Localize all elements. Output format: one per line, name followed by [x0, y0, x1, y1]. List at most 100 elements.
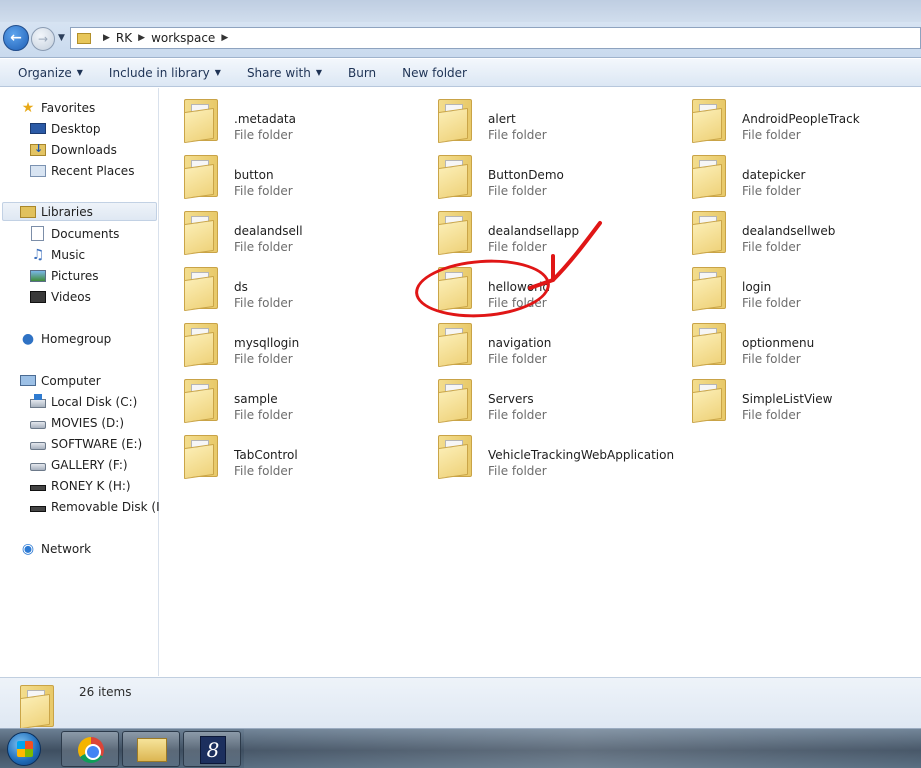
downloads-icon	[30, 142, 46, 156]
chevron-right-icon[interactable]: ▶	[138, 33, 145, 43]
organize-button[interactable]: Organize ▼	[18, 66, 83, 80]
folder-item[interactable]: dealandsellweb File folder	[690, 208, 921, 260]
nav-desktop[interactable]: Desktop	[30, 119, 101, 138]
folder-icon	[182, 208, 220, 256]
new-folder-label: New folder	[402, 65, 467, 80]
nav-label: Downloads	[51, 142, 117, 157]
folder-item[interactable]: ButtonDemo File folder	[436, 152, 676, 204]
folder-type: File folder	[488, 464, 547, 478]
folder-name: VehicleTrackingWebApplication	[488, 448, 675, 462]
folder-type: File folder	[488, 128, 547, 142]
nav-software-e[interactable]: SOFTWARE (E:)	[30, 434, 142, 453]
nav-roney-h[interactable]: RONEY K (H:)	[30, 476, 131, 495]
nav-network[interactable]: ◉ Network	[20, 539, 91, 558]
address-bar[interactable]: ▶ RK ▶ workspace ▶	[70, 27, 921, 49]
folder-name: sample	[234, 392, 278, 406]
nav-recent-places[interactable]: Recent Places	[30, 161, 134, 180]
taskbar-chrome-button[interactable]	[61, 731, 119, 767]
folder-item[interactable]: VehicleTrackingWebApplication File folder	[436, 432, 676, 484]
chevron-right-icon[interactable]: ▶	[103, 33, 110, 43]
folder-name: alert	[488, 112, 516, 126]
folder-type: File folder	[234, 464, 293, 478]
folder-item[interactable]: dealandsellapp File folder	[436, 208, 676, 260]
taskbar-app-8-button[interactable]: 8	[183, 731, 241, 767]
taskbar-explorer-button[interactable]	[122, 731, 180, 767]
include-in-library-button[interactable]: Include in library ▼	[109, 66, 221, 80]
file-list: .metadata File folder alert File folder Andr…	[160, 88, 921, 676]
nav-label: Pictures	[51, 268, 99, 283]
folder-icon	[690, 208, 728, 256]
folder-item[interactable]: optionmenu File folder	[690, 320, 921, 372]
folder-item[interactable]: datepicker File folder	[690, 152, 921, 204]
usb-drive-icon	[30, 484, 46, 491]
folder-icon	[690, 152, 728, 200]
breadcrumb-rk[interactable]: RK	[116, 31, 132, 45]
nav-label: Favorites	[41, 100, 96, 115]
nav-computer[interactable]: Computer	[20, 371, 101, 390]
folder-item[interactable]: AndroidPeopleTrack File folder	[690, 96, 921, 148]
folder-name: dealandsellweb	[742, 224, 836, 238]
folder-type: File folder	[742, 296, 801, 310]
folder-item[interactable]: Servers File folder	[436, 376, 676, 428]
navigation-pane: ★ Favorites Desktop Downloads Recent Plac…	[0, 88, 168, 676]
folder-item[interactable]: dealandsell File folder	[182, 208, 422, 260]
nav-downloads[interactable]: Downloads	[30, 140, 117, 159]
taskbar-empty-area	[244, 729, 921, 768]
nav-gallery-f[interactable]: GALLERY (F:)	[30, 455, 128, 474]
folder-type: File folder	[234, 408, 293, 422]
recent-pages-dropdown-icon[interactable]: ▼	[58, 33, 68, 43]
nav-pictures[interactable]: Pictures	[30, 266, 99, 285]
nav-label: Music	[51, 247, 86, 262]
start-button[interactable]	[0, 729, 58, 768]
item-count: 26 items	[79, 685, 132, 699]
chevron-right-icon[interactable]: ▶	[221, 33, 228, 43]
folder-name: TabControl	[234, 448, 298, 462]
nav-favorites[interactable]: ★ Favorites	[20, 98, 96, 117]
folder-item[interactable]: button File folder	[182, 152, 422, 204]
desktop-icon	[30, 123, 46, 134]
folder-name: button	[234, 168, 274, 182]
folder-name: Servers	[488, 392, 534, 406]
folder-item[interactable]: sample File folder	[182, 376, 422, 428]
nav-removable-i[interactable]: Removable Disk (I:)	[30, 497, 168, 516]
burn-button[interactable]: Burn	[348, 66, 376, 80]
videos-icon	[30, 290, 46, 303]
folder-icon	[690, 376, 728, 424]
folder-type: File folder	[234, 296, 293, 310]
nav-documents[interactable]: Documents	[30, 224, 119, 243]
nav-local-disk-c[interactable]: Local Disk (C:)	[30, 392, 137, 411]
documents-icon	[31, 226, 44, 241]
folder-name: SimpleListView	[742, 392, 833, 406]
folder-item[interactable]: .metadata File folder	[182, 96, 422, 148]
folder-item[interactable]: mysqllogin File folder	[182, 320, 422, 372]
folder-type: File folder	[488, 184, 547, 198]
folder-item[interactable]: login File folder	[690, 264, 921, 316]
folder-icon	[436, 96, 474, 144]
folder-item[interactable]: navigation File folder	[436, 320, 676, 372]
folder-item[interactable]: TabControl File folder	[182, 432, 422, 484]
folder-icon	[690, 264, 728, 312]
breadcrumb-workspace[interactable]: workspace	[151, 31, 215, 45]
new-folder-button[interactable]: New folder	[402, 66, 467, 80]
nav-videos[interactable]: Videos	[30, 287, 91, 306]
homegroup-icon: ●	[21, 330, 35, 347]
nav-homegroup[interactable]: ● Homegroup	[20, 329, 111, 348]
forward-arrow-icon[interactable]: →	[31, 27, 55, 51]
folder-type: File folder	[742, 240, 801, 254]
folder-item[interactable]: ds File folder	[182, 264, 422, 316]
details-pane: 26 items	[0, 677, 921, 730]
folder-item[interactable]: SimpleListView File folder	[690, 376, 921, 428]
music-icon: ♫	[31, 246, 45, 263]
back-arrow-icon[interactable]: ←	[3, 25, 29, 51]
folder-icon	[182, 432, 220, 480]
nav-label: Recent Places	[51, 163, 135, 178]
share-with-button[interactable]: Share with ▼	[247, 66, 322, 80]
folder-name: datepicker	[742, 168, 806, 182]
folder-name: navigation	[488, 336, 552, 350]
nav-movies-d[interactable]: MOVIES (D:)	[30, 413, 124, 432]
nav-music[interactable]: ♫ Music	[30, 245, 85, 264]
nav-libraries[interactable]: Libraries	[2, 202, 157, 221]
pictures-icon	[30, 269, 46, 282]
folder-icon	[182, 96, 220, 144]
folder-item[interactable]: alert File folder	[436, 96, 676, 148]
